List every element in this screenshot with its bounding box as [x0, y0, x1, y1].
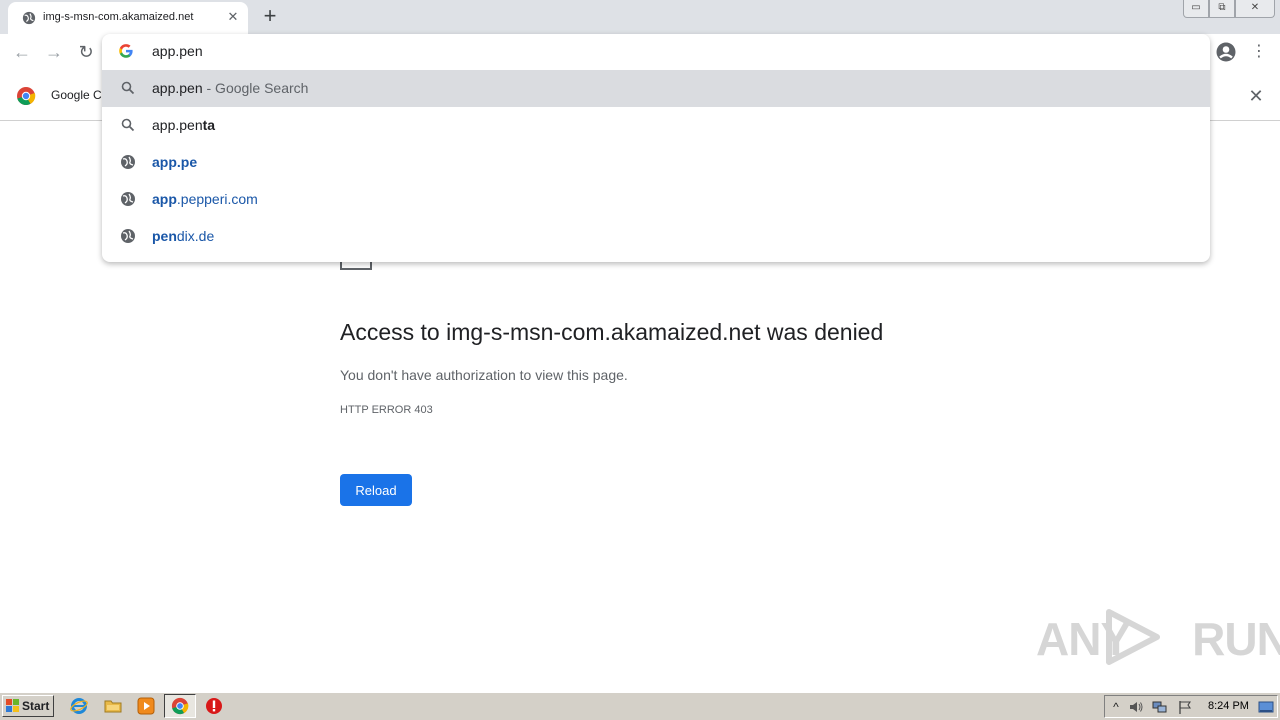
globe-icon [121, 155, 135, 169]
suggestion-text: app.pe [152, 154, 198, 170]
play-logo-icon [1106, 609, 1160, 665]
chrome-icon [171, 697, 189, 715]
tab-title: img-s-msn-com.akamaized.net [43, 11, 194, 23]
start-label: Start [22, 699, 50, 713]
suggestion-text: app.pepperi.com [152, 191, 258, 207]
windows-flag-icon [6, 699, 19, 712]
show-desktop-icon[interactable] [1258, 699, 1274, 715]
new-tab-button[interactable]: + [258, 5, 282, 29]
internet-explorer-icon[interactable] [70, 697, 88, 715]
menu-icon[interactable]: ⋮ [1251, 43, 1267, 61]
tab-close-icon[interactable]: ✕ [224, 8, 242, 26]
globe-icon [121, 229, 135, 243]
start-button[interactable]: Start [2, 695, 54, 717]
browser-tab[interactable]: img-s-msn-com.akamaized.net ✕ [8, 2, 248, 34]
omnibox-suggestion[interactable]: app.pepperi.com [102, 181, 1210, 218]
back-button[interactable]: ← [11, 41, 33, 63]
action-center-flag-icon[interactable] [1177, 699, 1193, 715]
taskbar-clock: 8:24 PM [1208, 700, 1249, 712]
reload-button[interactable]: Reload [340, 474, 412, 506]
volume-icon[interactable] [1128, 699, 1144, 715]
error-code: HTTP ERROR 403 [340, 404, 433, 416]
maximize-button[interactable]: ⧉ [1209, 0, 1235, 18]
omnibox-suggestion[interactable]: app.penta [102, 107, 1210, 144]
infobar-close-icon[interactable]: ✕ [1246, 86, 1266, 106]
infobar-message: Google Cl [51, 88, 105, 102]
tray-expand-icon[interactable]: ^ [1108, 699, 1124, 715]
minimize-button[interactable]: ▭ [1183, 0, 1209, 18]
network-icon[interactable] [1152, 699, 1168, 715]
omnibox-suggestion[interactable]: app.pe [102, 144, 1210, 181]
error-message: You don't have authorization to view thi… [340, 367, 628, 383]
error-title: Access to img-s-msn-com.akamaized.net wa… [340, 319, 884, 345]
google-g-icon [119, 44, 133, 58]
omnibox-input[interactable] [150, 38, 1154, 64]
search-icon [121, 118, 135, 132]
chrome-logo-icon [17, 87, 36, 106]
folder-icon[interactable] [104, 697, 122, 715]
search-icon [121, 81, 135, 95]
profile-icon[interactable] [1216, 42, 1236, 62]
globe-icon [22, 11, 36, 25]
forward-button[interactable]: → [43, 41, 65, 63]
globe-icon [121, 192, 135, 206]
omnibox-suggestion[interactable]: pendix.de [102, 218, 1210, 255]
close-window-button[interactable]: ✕ [1235, 0, 1275, 18]
suggestion-text: pendix.de [152, 228, 215, 244]
stop-sign-icon[interactable] [205, 697, 223, 715]
suggestion-text: app.pen - Google Search [152, 80, 309, 96]
media-player-icon[interactable] [137, 697, 155, 715]
suggestion-text: app.penta [152, 117, 216, 133]
omnibox-suggestion[interactable]: app.pen - Google Search [102, 70, 1210, 107]
reload-icon[interactable]: ↻ [75, 41, 97, 63]
